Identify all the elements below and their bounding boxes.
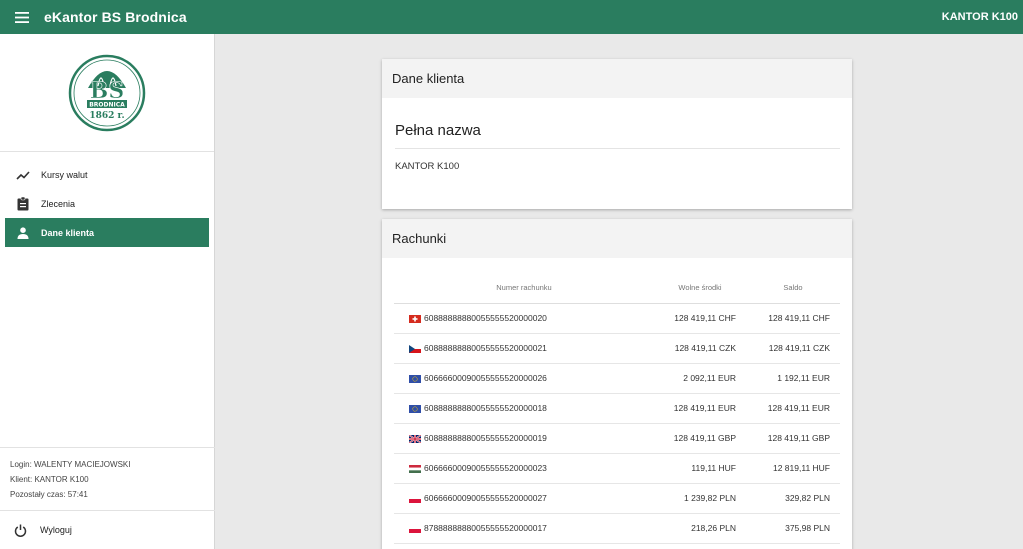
account-number-cell: 60888888880055555520000018 [394, 393, 654, 424]
account-number: 60666600090055555520000026 [424, 373, 547, 383]
full-name-value: KANTOR K100 [395, 161, 460, 172]
accounts-table: Numer rachunku Wolne środki Saldo 608888… [394, 273, 840, 544]
power-icon [0, 524, 40, 537]
flag-pl-icon [409, 494, 421, 503]
account-number-cell: 87888888880055555520000017 [394, 513, 654, 544]
account-number-cell: 60666600090055555520000023 [394, 453, 654, 484]
sidebar-item-label: Kursy walut [41, 169, 88, 180]
session-info: Login: WALENTY MACIEJOWSKI Klient: KANTO… [0, 447, 215, 510]
card-title: Rachunki [382, 219, 852, 258]
flag-eu-icon [409, 374, 421, 383]
app-header: eKantor BS Brodnica KANTOR K100 [0, 0, 1023, 34]
account-number: 60888888880055555520000021 [424, 343, 547, 353]
table-row[interactable]: 87888888880055555520000017 218,26 PLN 375,… [394, 513, 840, 544]
table-row[interactable]: 60888888880055555520000018 128 419,11 EUR… [394, 393, 840, 424]
account-number: 87888888880055555520000017 [424, 523, 547, 533]
person-icon [5, 226, 41, 239]
flag-hu-icon [409, 464, 421, 473]
account-number: 60666600090055555520000027 [424, 493, 547, 503]
account-number: 60888888880055555520000018 [424, 403, 547, 413]
column-header-balance: Saldo [746, 273, 840, 304]
bank-logo: BS BRODNICA 1862 r. [68, 54, 146, 131]
available-funds-cell: 128 419,11 CHF [654, 303, 746, 334]
account-number-cell: 60888888880055555520000019 [394, 423, 654, 454]
trending-up-icon [5, 170, 41, 180]
balance-cell: 128 419,11 CZK [746, 333, 840, 364]
sidebar-item-zlecenia[interactable]: Zlecenia [5, 189, 209, 218]
balance-cell: 128 419,11 EUR [746, 393, 840, 424]
accounts-table-body: 60888888880055555520000020 128 419,11 CHF… [394, 303, 840, 544]
balance-cell: 128 419,11 GBP [746, 423, 840, 454]
accounts-card: Rachunki Numer rachunku Wolne środki Sal… [382, 219, 852, 549]
flag-cz-icon [409, 344, 421, 353]
logout-button[interactable]: Wyloguj [0, 510, 215, 549]
svg-text:1862 r.: 1862 r. [89, 111, 124, 121]
table-row[interactable]: 60666600090055555520000026 2 092,11 EUR 1 … [394, 363, 840, 394]
sidebar: BS BRODNICA 1862 r. Kursy walut Zlecenia… [0, 34, 215, 549]
sidebar-item-label: Dane klienta [41, 227, 95, 238]
table-row[interactable]: 60888888880055555520000019 128 419,11 GBP… [394, 423, 840, 454]
available-funds-cell: 119,11 HUF [654, 453, 746, 484]
available-funds-cell: 218,26 PLN [654, 513, 746, 544]
balance-cell: 12 819,11 HUF [746, 453, 840, 484]
table-row[interactable]: 60888888880055555520000021 128 419,11 CZK… [394, 333, 840, 364]
available-funds-cell: 2 092,11 EUR [654, 363, 746, 394]
flag-ch-icon [409, 314, 421, 323]
balance-cell: 329,82 PLN [746, 483, 840, 514]
svg-text:BRODNICA: BRODNICA [89, 101, 125, 108]
client-text: Klient: KANTOR K100 [10, 475, 89, 484]
account-number-cell: 60888888880055555520000020 [394, 303, 654, 334]
sidebar-footer: Login: WALENTY MACIEJOWSKI Klient: KANTO… [0, 447, 215, 549]
client-data-card: Dane klienta Pełna nazwa KANTOR K100 [382, 59, 852, 209]
balance-cell: 375,98 PLN [746, 513, 840, 544]
account-number-cell: 60666600090055555520000026 [394, 363, 654, 394]
app-title: eKantor BS Brodnica [44, 9, 187, 25]
login-text: Login: WALENTY MACIEJOWSKI [10, 460, 131, 469]
sidebar-item-label: Zlecenia [41, 198, 76, 209]
full-name-label: Pełna nazwa [395, 122, 840, 149]
account-number-cell: 60888888880055555520000021 [394, 333, 654, 364]
clipboard-icon [5, 196, 41, 211]
sidebar-item-kursy-walut[interactable]: Kursy walut [5, 160, 209, 189]
kantor-label: KANTOR K100 [941, 11, 1018, 23]
logout-label: Wyloguj [40, 525, 72, 535]
table-row[interactable]: 60666600090055555520000023 119,11 HUF 12 8… [394, 453, 840, 484]
account-number: 60666600090055555520000023 [424, 463, 547, 473]
sidebar-nav: Kursy walut Zlecenia Dane klienta [0, 152, 214, 247]
column-header-available: Wolne środki [654, 273, 746, 304]
flag-gb-icon [409, 434, 421, 443]
menu-button[interactable] [0, 0, 44, 34]
table-row[interactable]: 60888888880055555520000020 128 419,11 CHF… [394, 303, 840, 334]
account-number-cell: 60666600090055555520000027 [394, 483, 654, 514]
sidebar-item-dane-klienta[interactable]: Dane klienta [5, 218, 209, 247]
card-title: Dane klienta [382, 59, 852, 98]
table-row[interactable]: 60666600090055555520000027 1 239,82 PLN 32… [394, 483, 840, 514]
column-header-account-number: Numer rachunku [394, 273, 654, 304]
time-left-text: Pozostały czas: 57:41 [10, 490, 88, 499]
available-funds-cell: 128 419,11 CZK [654, 333, 746, 364]
available-funds-cell: 128 419,11 GBP [654, 423, 746, 454]
flag-eu-icon [409, 404, 421, 413]
available-funds-cell: 1 239,82 PLN [654, 483, 746, 514]
logo-area: BS BRODNICA 1862 r. [0, 34, 214, 152]
balance-cell: 128 419,11 CHF [746, 303, 840, 334]
hamburger-menu-icon [15, 11, 29, 23]
balance-cell: 1 192,11 EUR [746, 363, 840, 394]
flag-pl-icon [409, 524, 421, 533]
account-number: 60888888880055555520000019 [424, 433, 547, 443]
available-funds-cell: 128 419,11 EUR [654, 393, 746, 424]
account-number: 60888888880055555520000020 [424, 313, 547, 323]
